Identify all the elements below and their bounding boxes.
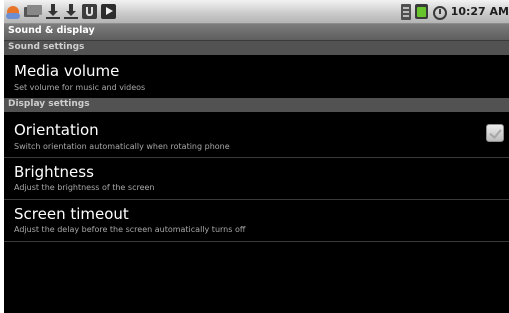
item-title: Screen timeout — [14, 205, 129, 223]
media-volume-item[interactable]: Media volume Set volume for music and vi… — [4, 56, 509, 97]
section-header-display: Display settings — [4, 98, 509, 112]
screen-title-bar: Sound & display — [4, 24, 509, 41]
section-header-label: Display settings — [8, 99, 90, 109]
usb-icon — [82, 4, 97, 19]
battery-icon — [414, 4, 428, 19]
item-title: Orientation — [14, 121, 99, 139]
status-bar: 10:27 AM — [4, 0, 509, 24]
item-summary: Adjust the brightness of the screen — [14, 183, 155, 192]
brightness-item[interactable]: Brightness Adjust the brightness of the … — [4, 158, 509, 199]
checkmark-icon — [489, 126, 502, 139]
status-bar-system: 10:27 AM — [400, 3, 509, 20]
status-clock: 10:27 AM — [450, 5, 509, 18]
item-summary: Switch orientation automatically when ro… — [14, 142, 230, 151]
list-divider — [4, 241, 509, 242]
notification-face-icon — [6, 4, 20, 19]
device-screen: 10:27 AM Sound & display Sound settings … — [4, 0, 509, 313]
status-bar-notifications[interactable] — [6, 3, 120, 20]
screen-timeout-item[interactable]: Screen timeout Adjust the delay before t… — [4, 200, 509, 241]
orientation-item[interactable]: Orientation Switch orientation automatic… — [4, 113, 509, 156]
media-play-icon — [101, 4, 116, 19]
section-header-label: Sound settings — [8, 42, 85, 52]
mail-icon — [24, 5, 42, 18]
download-icon — [64, 4, 78, 19]
item-title: Media volume — [14, 62, 120, 80]
section-header-sound: Sound settings — [4, 41, 509, 55]
screen-title: Sound & display — [8, 25, 95, 36]
orientation-checkbox[interactable] — [486, 124, 504, 142]
item-title: Brightness — [14, 163, 94, 181]
signal-icon — [400, 3, 411, 20]
item-summary: Set volume for music and videos — [14, 83, 146, 92]
alarm-icon — [432, 4, 447, 20]
download-icon — [46, 4, 60, 19]
item-summary: Adjust the delay before the screen autom… — [14, 225, 246, 234]
